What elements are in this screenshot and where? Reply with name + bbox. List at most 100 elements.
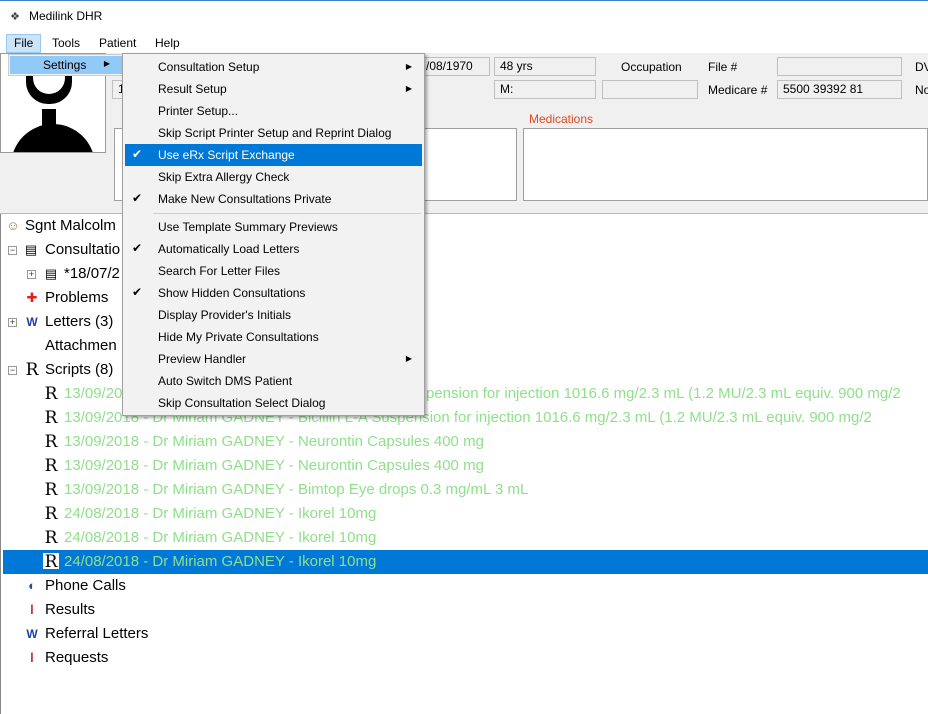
- menu-item-settings[interactable]: Settings ▶: [10, 56, 122, 74]
- menu-item-label: Show Hidden Consultations: [158, 286, 306, 300]
- menu-bar: File Tools Patient Help: [0, 32, 928, 53]
- red-cross-icon: ✚: [26, 290, 38, 305]
- collapse-icon[interactable]: −: [8, 246, 17, 255]
- medicare-label: Medicare #: [708, 83, 768, 97]
- occupation-label: Occupation: [621, 60, 682, 74]
- m-field[interactable]: M:: [494, 80, 596, 99]
- menu-item-label: Skip Extra Allergy Check: [158, 170, 290, 184]
- menu-tools[interactable]: Tools: [45, 34, 87, 53]
- menu-item-label: Automatically Load Letters: [158, 242, 300, 256]
- menu-item-skip-consultation-select-dialog[interactable]: Skip Consultation Select Dialog: [125, 392, 422, 414]
- medications-label: Medications: [529, 112, 594, 126]
- submenu-arrow-icon: ▶: [405, 354, 412, 363]
- menu-item-automatically-load-letters[interactable]: ✔ Automatically Load Letters: [125, 238, 422, 260]
- patient-name: Sgnt Malcolm: [25, 217, 116, 234]
- rx-icon: R: [44, 504, 58, 524]
- script-row[interactable]: R 13/09/2018 - Dr Miriam GADNEY - Neuron…: [1, 430, 928, 454]
- script-row[interactable]: R 24/08/2018 - Dr Miriam GADNEY - Ikorel…: [1, 502, 928, 526]
- attachments-label: Attachmen: [45, 337, 117, 354]
- tree-requests[interactable]: ǀ Requests: [1, 646, 301, 670]
- script-row-text: 13/09/2018 - Dr Miriam GADNEY - Bimtop E…: [64, 481, 529, 498]
- checkmark-icon: ✔: [132, 147, 143, 161]
- medicare-field[interactable]: 5500 39392 81: [777, 80, 902, 99]
- test-tube-icon: ǀ: [30, 650, 34, 665]
- test-tube-icon: ǀ: [30, 602, 34, 617]
- title-bar: ❖ Medilink DHR: [0, 0, 928, 32]
- notepad-icon: ▤: [44, 266, 58, 281]
- menu-item-use-template-summary-previews[interactable]: Use Template Summary Previews: [125, 216, 422, 238]
- phone-icon: ◐: [28, 578, 36, 593]
- menu-item-show-hidden-consultations[interactable]: ✔ Show Hidden Consultations: [125, 282, 422, 304]
- consultations-label: Consultatio: [45, 241, 121, 258]
- settings-submenu: Consultation Setup ▶ Result Setup ▶ Prin…: [122, 53, 425, 416]
- file-number-label: File #: [708, 60, 738, 74]
- menu-item-consultation-setup[interactable]: Consultation Setup ▶: [125, 56, 422, 78]
- notepad-icon: ▤: [24, 242, 38, 257]
- rx-icon: R: [44, 408, 58, 428]
- problems-label: Problems: [45, 289, 109, 306]
- menu-item-hide-my-private-consultations[interactable]: Hide My Private Consultations: [125, 326, 422, 348]
- settings-label: Settings: [43, 58, 87, 72]
- dob-field[interactable]: /08/1970: [420, 57, 490, 76]
- rx-icon: R: [25, 360, 39, 380]
- file-menu-dropdown: Settings ▶: [8, 54, 124, 76]
- menu-item-label: Search For Letter Files: [158, 264, 281, 278]
- paperclip-icon: [24, 338, 40, 354]
- script-row-text: 24/08/2018 - Dr Miriam GADNEY - Ikorel 1…: [64, 529, 377, 546]
- menu-item-auto-switch-dms-patient[interactable]: Auto Switch DMS Patient: [125, 370, 422, 392]
- script-row-text: 24/08/2018 - Dr Miriam GADNEY - Ikorel 1…: [64, 553, 377, 570]
- menu-item-label: Consultation Setup: [158, 60, 260, 74]
- letters-label: Letters (3): [45, 313, 114, 330]
- menu-help[interactable]: Help: [148, 34, 187, 53]
- script-row[interactable]: R 13/09/2018 - Dr Miriam GADNEY - Bimtop…: [1, 478, 928, 502]
- menu-item-printer-setup[interactable]: Printer Setup...: [125, 100, 422, 122]
- medications-box[interactable]: [523, 128, 928, 201]
- menu-item-skip-extra-allergy-check[interactable]: Skip Extra Allergy Check: [125, 166, 422, 188]
- occupation-field[interactable]: [602, 80, 698, 99]
- submenu-arrow-icon: ▶: [405, 62, 412, 71]
- menu-item-display-provider-initials[interactable]: Display Provider's Initials: [125, 304, 422, 326]
- menu-item-use-erx-script-exchange[interactable]: ✔ Use eRx Script Exchange: [125, 144, 422, 166]
- menu-item-label: Printer Setup...: [158, 104, 239, 118]
- scripts-label: Scripts (8): [45, 361, 114, 378]
- results-label: Results: [45, 601, 96, 618]
- tree-referral-letters[interactable]: W Referral Letters: [1, 622, 301, 646]
- patient-icon: ☺: [6, 218, 20, 233]
- menu-item-result-setup[interactable]: Result Setup ▶: [125, 78, 422, 100]
- script-row-text: 13/09/2018 - Dr Miriam GADNEY - Neuronti…: [64, 457, 484, 474]
- referral-letters-label: Referral Letters: [45, 625, 149, 642]
- menu-item-label: Display Provider's Initials: [158, 308, 292, 322]
- collapse-icon[interactable]: −: [8, 366, 17, 375]
- word-doc-icon: W: [26, 315, 38, 329]
- menu-item-label: Skip Script Printer Setup and Reprint Di…: [158, 126, 392, 140]
- phone-calls-label: Phone Calls: [45, 577, 126, 594]
- rx-icon: R: [44, 456, 58, 476]
- tree-results[interactable]: ǀ Results: [1, 598, 301, 622]
- menu-item-preview-handler[interactable]: Preview Handler ▶: [125, 348, 422, 370]
- checkmark-icon: ✔: [132, 191, 143, 205]
- submenu-arrow-icon: ▶: [405, 84, 412, 93]
- photo-body: [11, 124, 95, 152]
- menu-item-make-new-consultations-private[interactable]: ✔ Make New Consultations Private: [125, 188, 422, 210]
- tree-phone-calls[interactable]: ◐ Phone Calls: [1, 574, 301, 598]
- script-row[interactable]: R 24/08/2018 - Dr Miriam GADNEY - Ikorel…: [1, 526, 928, 550]
- script-row[interactable]: R 13/09/2018 - Dr Miriam GADNEY - Neuron…: [1, 454, 928, 478]
- script-row-selected[interactable]: R 24/08/2018 - Dr Miriam GADNEY - Ikorel…: [1, 550, 928, 574]
- expand-icon[interactable]: +: [8, 318, 17, 327]
- script-row-text: 13/09/20: [64, 385, 123, 402]
- submenu-arrow-icon: ▶: [103, 59, 110, 68]
- expand-icon[interactable]: +: [27, 270, 36, 279]
- age-field[interactable]: 48 yrs: [494, 57, 596, 76]
- rx-icon: R: [44, 528, 58, 548]
- menu-item-label: Skip Consultation Select Dialog: [158, 396, 326, 410]
- file-number-field[interactable]: [777, 57, 902, 76]
- app-icon: ❖: [10, 11, 20, 23]
- menu-item-search-for-letter-files[interactable]: Search For Letter Files: [125, 260, 422, 282]
- menu-patient[interactable]: Patient: [92, 34, 143, 53]
- menu-file[interactable]: File: [6, 34, 42, 53]
- window-title: Medilink DHR: [29, 9, 103, 23]
- menu-item-label: Result Setup: [158, 82, 227, 96]
- word-doc-icon: W: [26, 627, 38, 641]
- rx-icon: R: [44, 384, 58, 404]
- menu-item-skip-script-printer-setup[interactable]: Skip Script Printer Setup and Reprint Di…: [125, 122, 422, 144]
